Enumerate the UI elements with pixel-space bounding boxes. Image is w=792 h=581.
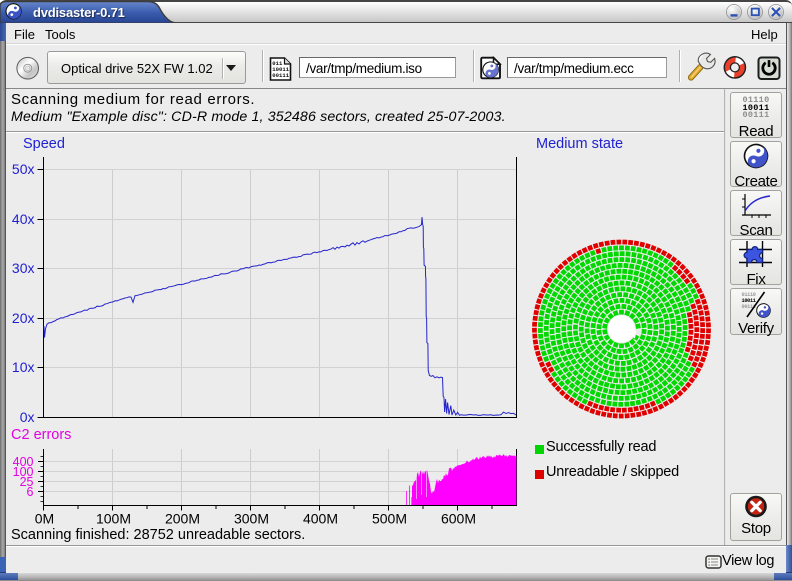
svg-text:200M: 200M [165,511,200,527]
svg-text:300M: 300M [234,511,269,527]
svg-text:10x: 10x [12,359,35,375]
svg-text:50x: 50x [12,161,35,177]
svg-text:0x: 0x [20,409,35,425]
svg-text:40x: 40x [12,211,35,227]
svg-text:600M: 600M [441,511,476,527]
svg-text:400M: 400M [303,511,338,527]
svg-text:500M: 500M [372,511,407,527]
svg-text:100M: 100M [96,511,131,527]
svg-text:20x: 20x [12,310,35,326]
svg-text:6: 6 [27,485,34,499]
svg-text:00111: 00111 [272,72,289,79]
svg-text:0M: 0M [35,511,54,527]
svg-text:30x: 30x [12,260,35,276]
